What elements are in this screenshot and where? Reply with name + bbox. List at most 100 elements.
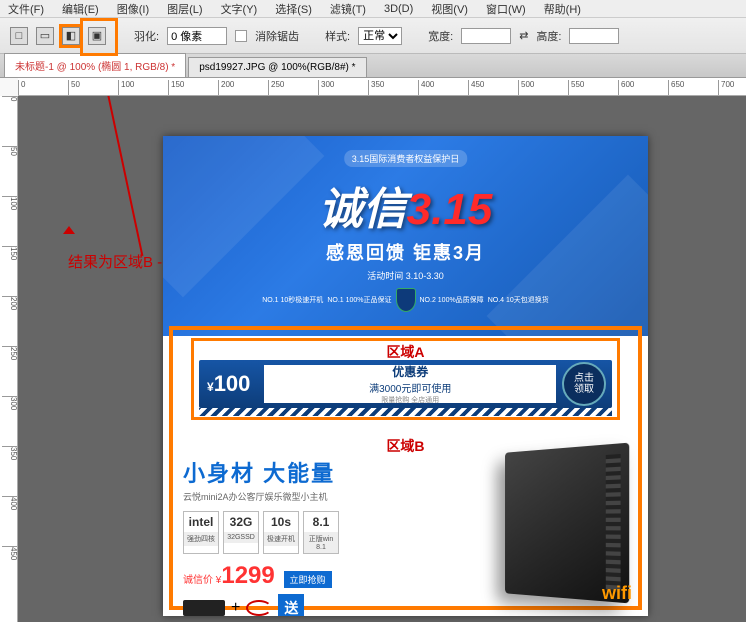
menu-select[interactable]: 选择(S) <box>275 1 312 17</box>
ruler-vertical[interactable]: 0 50 100 150 200 250 300 350 400 450 <box>0 96 18 622</box>
ruler-tick: 650 <box>668 80 684 96</box>
buy-button[interactable]: 立即抢购 <box>284 571 332 588</box>
coupon-claim-button[interactable]: 点击领取 <box>562 362 606 406</box>
canvas-area[interactable]: 结果为区域B - 区域A 3.15国际消费者权益保护日 诚信3.15 感恩回馈 … <box>18 96 746 622</box>
label-region-b: 区域B <box>386 436 424 456</box>
plus-icon: + <box>231 599 240 616</box>
banner-subtitle: 感恩回馈 钜惠3月 <box>163 239 648 265</box>
coupon-title: 优惠券 <box>392 363 428 380</box>
menu-edit[interactable]: 编辑(E) <box>62 1 99 17</box>
menu-type[interactable]: 文字(Y) <box>221 1 258 17</box>
marquee-intersect-icon[interactable]: ▣ <box>88 27 106 45</box>
product-subtitle: 云悦mini2A办公客厅娱乐微型小主机 <box>183 490 468 503</box>
coupon-zigzag-icon <box>199 408 612 416</box>
antialias-label: 消除锯齿 <box>255 28 299 44</box>
banner-tag: 3.15国际消费者权益保护日 <box>344 150 468 167</box>
spec-item: intel强劲四核 <box>183 511 219 554</box>
width-input[interactable] <box>461 28 511 44</box>
options-bar: □ ▭ ◧ ▣ 羽化: 消除锯齿 样式: 正常 宽度: ⇄ 高度: <box>0 18 746 54</box>
coupon-mid: 优惠券 满3000元即可使用 限量抢购 全店通用 <box>264 365 556 403</box>
ruler-tick: 500 <box>518 80 534 96</box>
ruler-tick: 250 <box>268 80 284 96</box>
menu-file[interactable]: 文件(F) <box>8 1 44 17</box>
coupon-cond: 满3000元即可使用 <box>369 380 451 395</box>
spec-item: 10s极速开机 <box>263 511 299 554</box>
main-menubar: 文件(F) 编辑(E) 图像(I) 图层(L) 文字(Y) 选择(S) 滤镜(T… <box>0 0 746 18</box>
menu-3d[interactable]: 3D(D) <box>384 3 413 15</box>
cable-icon <box>246 600 272 616</box>
marquee-new-icon[interactable]: □ <box>10 27 28 45</box>
banner-time: 活动时间 3.10-3.30 <box>163 269 648 282</box>
marquee-subtract-icon[interactable]: ◧ <box>62 27 80 45</box>
banner-certs: NO.1 10秒极速开机 NO.1 100%正品保证 NO.2 100%品质保障… <box>163 288 648 312</box>
menu-help[interactable]: 帮助(H) <box>544 1 581 17</box>
feather-label: 羽化: <box>134 28 159 44</box>
ruler-horizontal[interactable]: 0 50 100 150 200 250 300 350 400 450 500… <box>18 78 746 96</box>
document-tabbar: 未标题-1 @ 100% (椭圆 1, RGB/8) * psd19927.JP… <box>0 54 746 78</box>
ruler-tick: 100 <box>118 80 134 96</box>
keyboard-icon <box>183 600 225 616</box>
tab-psd19927[interactable]: psd19927.JPG @ 100%(RGB/8#) * <box>188 57 366 77</box>
ruler-tick: 50 <box>68 80 80 96</box>
device-image <box>505 443 629 604</box>
ruler-tick: 350 <box>368 80 384 96</box>
coupon: ¥100 优惠券 满3000元即可使用 限量抢购 全店通用 点击领取 <box>199 360 612 408</box>
ruler-tick: 0 <box>2 96 18 101</box>
height-label: 高度: <box>536 28 561 44</box>
product-price: 诚信价 ¥1299 立即抢购 <box>183 562 468 590</box>
style-label: 样式: <box>325 28 350 44</box>
ruler-tick: 200 <box>218 80 234 96</box>
cert-item: NO.4 10天包退换货 <box>488 295 549 305</box>
document-canvas[interactable]: 3.15国际消费者权益保护日 诚信3.15 感恩回馈 钜惠3月 活动时间 3.1… <box>163 136 648 616</box>
width-label: 宽度: <box>428 28 453 44</box>
ruler-tick: 300 <box>2 396 18 410</box>
ruler-tick: 150 <box>168 80 184 96</box>
annotation-marker-icon <box>63 226 75 234</box>
spec-item: 8.1正版win 8.1 <box>303 511 339 554</box>
banner: 3.15国际消费者权益保护日 诚信3.15 感恩回馈 钜惠3月 活动时间 3.1… <box>163 136 648 336</box>
ruler-tick: 450 <box>468 80 484 96</box>
menu-image[interactable]: 图像(I) <box>117 1 149 17</box>
ruler-tick: 600 <box>618 80 634 96</box>
gift-row: + 送 <box>183 594 468 616</box>
swap-icon[interactable]: ⇄ <box>519 29 528 42</box>
label-region-a: 区域A <box>386 342 424 362</box>
ruler-tick: 550 <box>568 80 584 96</box>
ruler-tick: 250 <box>2 346 18 360</box>
coupon-price: ¥100 <box>199 371 258 397</box>
height-input[interactable] <box>569 28 619 44</box>
ruler-tick: 50 <box>2 146 18 156</box>
ruler-tick: 350 <box>2 446 18 460</box>
workspace: 0 50 100 150 200 250 300 350 400 450 500… <box>0 78 746 622</box>
annotation-arrow-line <box>104 96 143 256</box>
wifi-icon: wifi <box>602 583 632 604</box>
marquee-add-icon[interactable]: ▭ <box>36 27 54 45</box>
ruler-tick: 400 <box>418 80 434 96</box>
gift-tag: 送 <box>278 594 304 616</box>
style-select[interactable]: 正常 <box>358 27 402 45</box>
ruler-tick: 0 <box>18 80 25 96</box>
tab-untitled[interactable]: 未标题-1 @ 100% (椭圆 1, RGB/8) * <box>4 53 186 77</box>
shield-icon <box>396 288 416 312</box>
ruler-tick: 400 <box>2 496 18 510</box>
banner-title-b: 3.15 <box>407 185 493 234</box>
ruler-tick: 300 <box>318 80 334 96</box>
menu-view[interactable]: 视图(V) <box>431 1 468 17</box>
product-title: 小身材 大能量 <box>183 456 468 488</box>
cert-item: NO.2 100%品质保障 <box>420 295 484 305</box>
product-block: 小身材 大能量 云悦mini2A办公客厅娱乐微型小主机 intel强劲四核 32… <box>183 456 628 602</box>
coupon-note: 限量抢购 全店通用 <box>381 395 439 405</box>
menu-layer[interactable]: 图层(L) <box>167 1 202 17</box>
ruler-tick: 100 <box>2 196 18 210</box>
ruler-tick: 150 <box>2 246 18 260</box>
antialias-checkbox[interactable] <box>235 30 247 42</box>
spec-item: 32G32GSSD <box>223 511 259 554</box>
banner-title-a: 诚信 <box>319 185 407 234</box>
cert-item: NO.1 10秒极速开机 <box>262 295 323 305</box>
menu-window[interactable]: 窗口(W) <box>486 1 526 17</box>
ruler-tick: 450 <box>2 546 18 560</box>
ruler-tick: 700 <box>718 80 734 96</box>
ruler-tick: 200 <box>2 296 18 310</box>
menu-filter[interactable]: 滤镜(T) <box>330 1 366 17</box>
feather-input[interactable] <box>167 27 227 45</box>
